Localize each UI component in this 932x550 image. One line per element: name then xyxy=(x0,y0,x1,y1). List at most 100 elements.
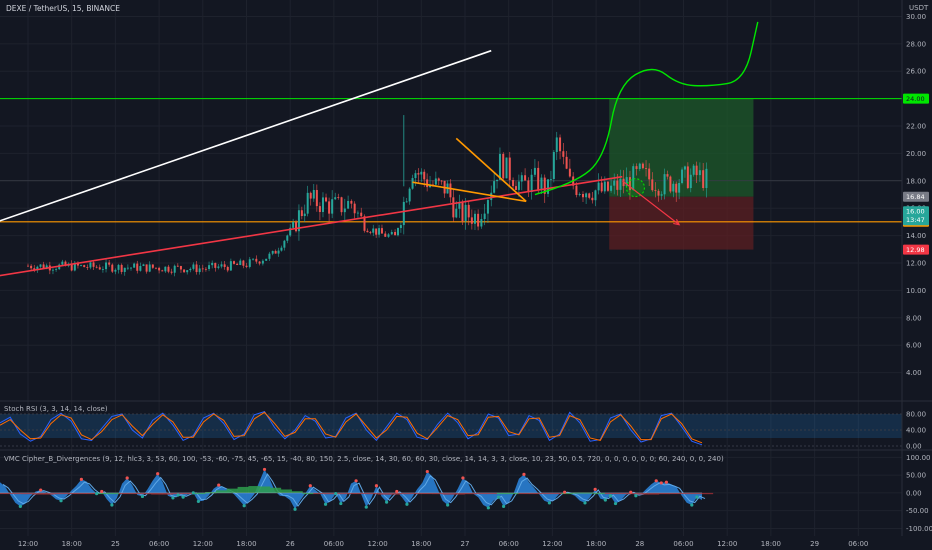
candle-body xyxy=(552,152,555,179)
vmc-tick-label: -50.00 xyxy=(906,507,929,515)
stoch-tick-label: 40.00 xyxy=(906,427,926,435)
time-tick-label: 27 xyxy=(461,540,470,548)
candle-body xyxy=(233,261,236,264)
candle-body xyxy=(681,169,684,183)
candle-body xyxy=(130,267,133,269)
signal-dot xyxy=(79,477,83,481)
candle-body xyxy=(303,213,306,217)
price-tick-label: 18.00 xyxy=(906,177,926,185)
candle-body xyxy=(295,221,298,232)
stoch-band-fill xyxy=(0,414,902,438)
signal-dot xyxy=(18,504,22,508)
signal-dot xyxy=(446,503,450,507)
candle-body xyxy=(645,168,648,169)
candle-body xyxy=(692,165,695,175)
candle-body xyxy=(372,228,375,233)
candle-body xyxy=(613,180,616,186)
candle-body xyxy=(578,194,581,195)
candle-body xyxy=(408,188,411,202)
candle-body xyxy=(105,262,108,270)
candle-body xyxy=(229,261,232,271)
highlight-circle xyxy=(625,178,645,198)
candle-body xyxy=(98,267,101,270)
candle-body xyxy=(356,212,359,214)
candle-body xyxy=(568,168,571,177)
price-tick-label: 22.00 xyxy=(906,123,926,131)
candle-body xyxy=(306,192,309,214)
stoch-rsi-panel[interactable]: Stoch RSI (3, 3, 14, 14, close) xyxy=(0,405,902,447)
signal-dot xyxy=(405,502,409,506)
stop-zone xyxy=(609,196,754,250)
candle-body xyxy=(201,268,204,270)
candle-body xyxy=(39,264,42,267)
candle-body xyxy=(540,177,543,191)
candle-body xyxy=(61,261,64,265)
candle-body xyxy=(399,225,402,229)
candle-body xyxy=(51,269,54,271)
candle-body xyxy=(384,233,387,237)
candle-body xyxy=(340,197,343,213)
candle-body xyxy=(606,181,609,191)
candle-body xyxy=(117,264,120,270)
candle-body xyxy=(675,183,678,193)
candle-body xyxy=(498,153,501,180)
candle-body xyxy=(83,265,86,268)
candle-body xyxy=(136,263,139,271)
stoch-tick-label: 0.00 xyxy=(906,443,922,451)
candle-body xyxy=(95,266,98,268)
candle-body xyxy=(565,156,568,169)
candle-body xyxy=(411,178,414,189)
candle-body xyxy=(695,165,698,176)
candle-body xyxy=(360,212,363,217)
candle-body xyxy=(390,231,393,235)
candle-body xyxy=(483,213,486,220)
mfi-bar xyxy=(259,486,271,493)
price-tick-label: 10.00 xyxy=(906,287,926,295)
candle-body xyxy=(148,264,151,272)
candle-body xyxy=(189,268,192,271)
candle-body xyxy=(158,267,161,271)
candle-body xyxy=(405,201,408,203)
candle-body xyxy=(537,167,540,191)
price-tick-label: 12.00 xyxy=(906,260,926,268)
vmc-tick-label: -100.00 xyxy=(906,525,932,533)
candle-body xyxy=(473,213,476,224)
time-tick-label: 18:00 xyxy=(761,540,781,548)
candle-body xyxy=(145,264,148,272)
signal-dot xyxy=(593,487,597,491)
candle-body xyxy=(669,176,672,192)
signal-dot xyxy=(308,484,312,488)
candle-body xyxy=(30,265,33,269)
price-axis[interactable]: USDT 4.00 6.00 8.00 10.00 12.00 14.00 16.00 18.… xyxy=(903,4,932,533)
vmc-cipher-panel[interactable]: VMC Cipher_B_Divergences (9, 12, hlc3, 3… xyxy=(0,455,902,529)
candle-body xyxy=(683,166,686,170)
candle-body xyxy=(470,217,473,224)
candle-body xyxy=(111,264,114,272)
candle-body xyxy=(396,228,399,236)
candle-body xyxy=(508,157,511,181)
signal-dot xyxy=(659,481,663,485)
time-tick-label: 12:00 xyxy=(193,540,213,548)
signal-dot xyxy=(156,472,160,476)
candle-body xyxy=(328,201,331,214)
candle-body xyxy=(597,182,600,191)
candle-body xyxy=(366,230,369,233)
time-tick-label: 28 xyxy=(635,540,644,548)
candle-body xyxy=(252,258,255,260)
candle-body xyxy=(347,200,350,209)
signal-dot xyxy=(603,498,607,502)
mfi-bar xyxy=(237,486,249,493)
candle-body xyxy=(214,262,217,268)
time-tick-label: 25 xyxy=(111,540,120,548)
time-axis[interactable]: 12:00 18:00 25 06:00 12:00 18:00 26 06:00 12:00 1… xyxy=(18,540,868,548)
candle-body xyxy=(638,163,641,169)
candle-body xyxy=(657,190,660,196)
trendlines[interactable] xyxy=(0,49,623,284)
candle-body xyxy=(258,261,261,264)
candle-body xyxy=(245,265,248,267)
candle-body xyxy=(520,175,523,182)
price-tick-label: 26.00 xyxy=(906,68,926,76)
candle-body xyxy=(517,181,520,190)
candle-body xyxy=(603,181,606,192)
signal-dot xyxy=(334,492,338,496)
